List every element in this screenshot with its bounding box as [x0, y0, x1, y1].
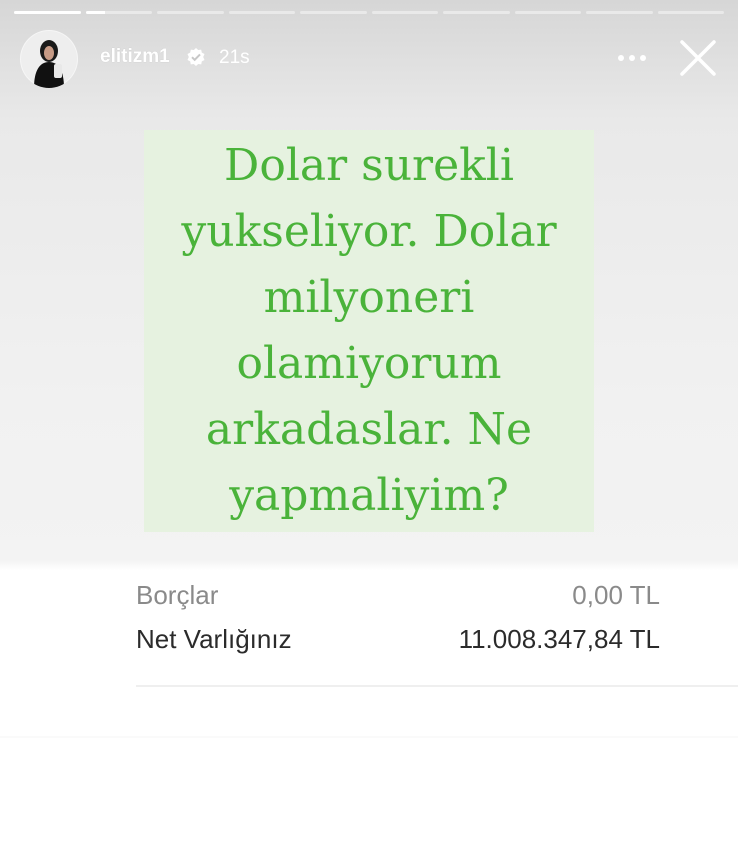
- divider: [136, 685, 738, 687]
- account-summary-card: Borçlar 0,00 TL Net Varlığınız 11.008.34…: [0, 572, 738, 742]
- username[interactable]: elitizm1: [100, 46, 170, 68]
- net-worth-row: Net Varlığınız 11.008.347,84 TL: [136, 624, 660, 656]
- story-progress-segment: [157, 11, 224, 14]
- more-options-icon[interactable]: [616, 48, 648, 68]
- story-progress-segment: [85, 11, 152, 14]
- net-worth-label: Net Varlığınız: [136, 624, 292, 654]
- debts-value: 0,00 TL: [572, 580, 660, 610]
- story-progress-segment: [14, 11, 81, 14]
- story-progress-fill: [14, 11, 81, 14]
- story-progress-segment: [657, 11, 724, 14]
- story-text: Dolar surekli yukseliyor. Dolar milyoner…: [181, 140, 557, 521]
- story-progress-segment: [514, 11, 581, 14]
- close-icon[interactable]: [678, 38, 718, 78]
- story-header: elitizm1 21s: [20, 30, 718, 88]
- debts-label: Borçlar: [136, 580, 219, 610]
- story-progress-segment: [371, 11, 438, 14]
- verified-badge-icon: [186, 47, 206, 67]
- story-progress-segment: [300, 11, 367, 14]
- debts-row: Borçlar 0,00 TL: [136, 580, 660, 612]
- story-progress-segment: [443, 11, 510, 14]
- story-progress-fill: [85, 11, 106, 14]
- divider: [0, 736, 738, 738]
- story-timestamp: 21s: [219, 47, 250, 68]
- net-worth-value: 11.008.347,84 TL: [458, 624, 660, 654]
- story-progress-segment: [586, 11, 653, 14]
- story-text-sticker: Dolar surekli yukseliyor. Dolar milyoner…: [144, 130, 594, 532]
- story-progress-bar: [14, 11, 724, 14]
- story-progress-segment: [228, 11, 295, 14]
- avatar[interactable]: [20, 30, 78, 88]
